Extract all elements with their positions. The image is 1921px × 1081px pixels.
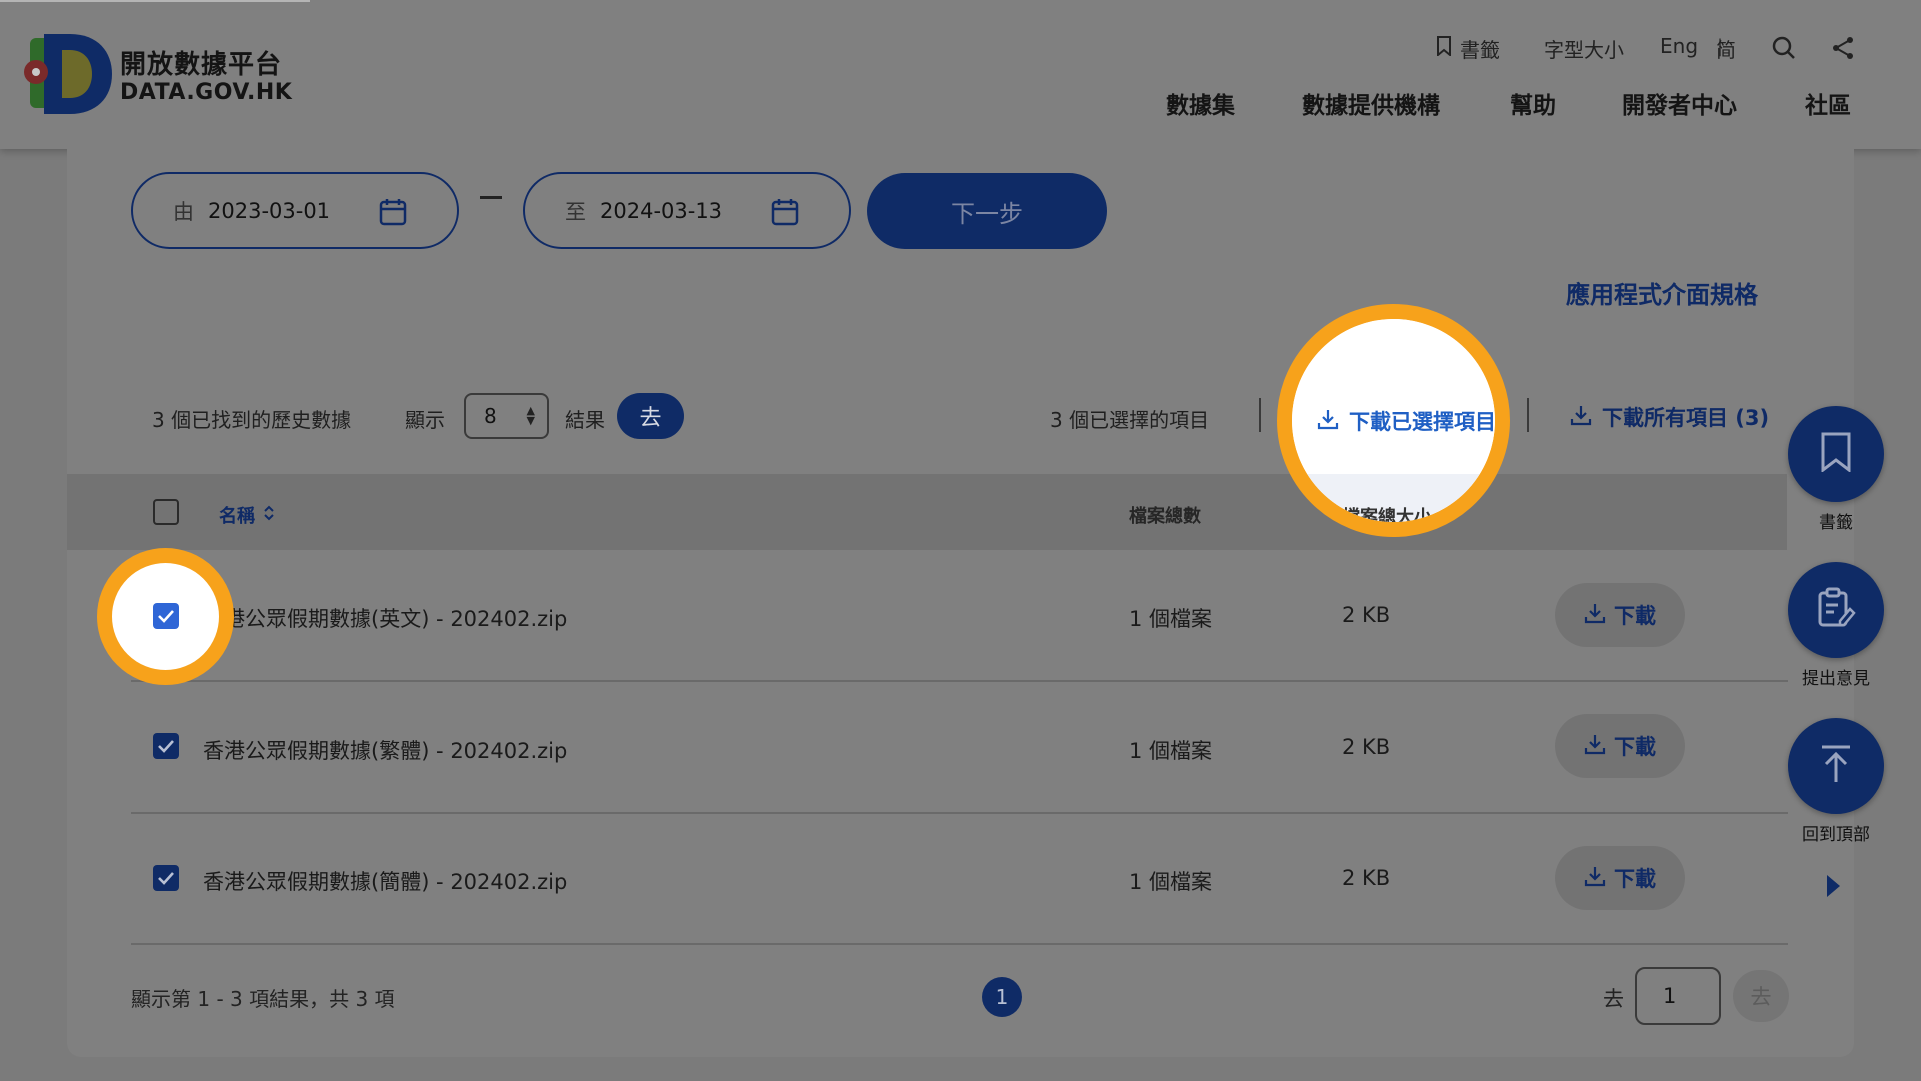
toolbar-divider [1527,398,1529,432]
highlight-download-selected: 下載已選擇項目 檔案總大小 [1277,304,1510,537]
download-icon [1570,404,1592,431]
share-icon[interactable] [1831,36,1855,64]
highlight-first-checkbox [97,548,234,685]
results-summary: 顯示第 1 - 3 項結果，共 3 項 [131,987,395,1011]
logo-title[interactable]: 開放數據平台 [120,44,282,81]
bookmark-icon [1819,432,1853,476]
lang-simplified-link[interactable]: 简 [1716,34,1736,63]
api-specification-link[interactable]: 應用程式介面規格 [1566,275,1758,310]
to-prefix: 至 [565,199,586,224]
toolbar-divider [1259,398,1261,432]
row-checkbox[interactable] [153,733,179,759]
date-range-dash [480,196,502,199]
loading-bar [0,0,310,2]
row-download-button[interactable]: 下載 [1555,583,1685,647]
site-header [0,0,1921,149]
feedback-fab-label: 提出意見 [1802,669,1870,689]
search-icon[interactable] [1772,36,1796,64]
arrow-up-icon [1818,744,1854,788]
download-all-button[interactable]: 下載所有項目 (3) [1570,402,1769,432]
found-count-text: 3 個已找到的歷史數據 [152,408,352,432]
goto-page-input[interactable]: 1 [1635,967,1721,1025]
row-file-count: 1 個檔案 [1129,870,1213,894]
row-checkbox-highlighted[interactable] [153,603,179,629]
table-header [67,474,1787,550]
row-download-label: 下載 [1614,604,1656,628]
row-file-count: 1 個檔案 [1129,607,1213,631]
sort-icon [263,504,275,527]
show-label: 顯示 [405,408,445,432]
clipboard-edit-icon [1816,587,1856,633]
from-prefix: 由 [173,199,194,224]
page-size-value: 8 [484,404,497,428]
row-file-name: 香港公眾假期數據(英文) - 202402.zip [203,607,568,631]
row-divider [131,680,1788,682]
download-selected-button[interactable]: 下載已選擇項目 [1317,406,1496,436]
from-date-field[interactable]: 由 2023-03-01 [131,172,459,249]
nav-developer-centre[interactable]: 開發者中心 [1622,86,1737,120]
row-file-size: 2 KB [1342,866,1391,890]
nav-community[interactable]: 社區 [1805,86,1851,120]
row-download-label: 下載 [1614,867,1656,891]
row-download-button[interactable]: 下載 [1555,714,1685,778]
back-to-top-fab[interactable] [1788,718,1884,814]
column-name-label: 名稱 [219,506,255,527]
from-date-value: 2023-03-01 [208,198,331,223]
bookmark-label: 書籤 [1460,38,1500,62]
download-icon [1584,865,1606,892]
lang-english-link[interactable]: Eng [1660,34,1698,58]
to-date-value: 2024-03-13 [600,198,723,223]
row-checkbox[interactable] [153,865,179,891]
nav-data-providers[interactable]: 數據提供機構 [1302,86,1440,120]
nav-datasets[interactable]: 數據集 [1166,86,1235,120]
calendar-icon[interactable] [771,198,799,231]
column-file-count: 檔案總數 [1129,506,1201,527]
expand-arrow-icon[interactable] [1827,875,1840,897]
row-file-count: 1 個檔案 [1129,739,1213,763]
back-to-top-fab-label: 回到頂部 [1802,825,1870,845]
download-icon [1317,408,1339,435]
goto-page-button[interactable]: 去 [1733,970,1789,1022]
page-size-go-button[interactable]: 去 [617,393,684,439]
row-divider [131,943,1788,945]
logo-subtitle[interactable]: DATA.GOV.HK [120,80,292,105]
selected-count-text: 3 個已選擇的項目 [1050,408,1210,432]
row-file-name: 香港公眾假期數據(簡體) - 202402.zip [203,870,568,894]
page-size-select[interactable]: 8 ▲ ▼ [464,393,549,439]
feedback-fab[interactable] [1788,562,1884,658]
bookmark-icon [1436,36,1452,61]
column-name-sort[interactable]: 名稱 [219,502,275,528]
row-file-size: 2 KB [1342,603,1391,627]
to-date-field[interactable]: 至 2024-03-13 [523,172,851,249]
row-divider [131,812,1788,814]
pagination-page-1[interactable]: 1 [982,977,1022,1017]
row-file-size: 2 KB [1342,735,1391,759]
bookmark-fab-label: 書籤 [1819,513,1853,533]
download-icon [1584,733,1606,760]
download-selected-label: 下載已選擇項目 [1349,410,1496,434]
select-arrows-icon: ▲ ▼ [526,404,535,427]
nav-help[interactable]: 幫助 [1510,86,1556,120]
next-step-button[interactable]: 下一步 [867,173,1107,249]
row-file-name: 香港公眾假期數據(繁體) - 202402.zip [203,739,568,763]
calendar-icon[interactable] [379,198,407,231]
download-all-label: 下載所有項目 (3) [1602,406,1770,430]
bookmark-fab[interactable] [1788,406,1884,502]
logo-icon[interactable] [22,28,118,120]
select-all-checkbox[interactable] [153,499,179,525]
font-size-link[interactable]: 字型大小 [1544,34,1624,63]
row-download-label: 下載 [1614,735,1656,759]
results-label: 結果 [565,408,605,432]
download-icon [1584,602,1606,629]
goto-page-label: 去 [1603,987,1624,1011]
column-file-size: 檔案總大小 [1342,507,1432,528]
row-download-button[interactable]: 下載 [1555,846,1685,910]
bookmark-link[interactable]: 書籤 [1436,34,1500,63]
